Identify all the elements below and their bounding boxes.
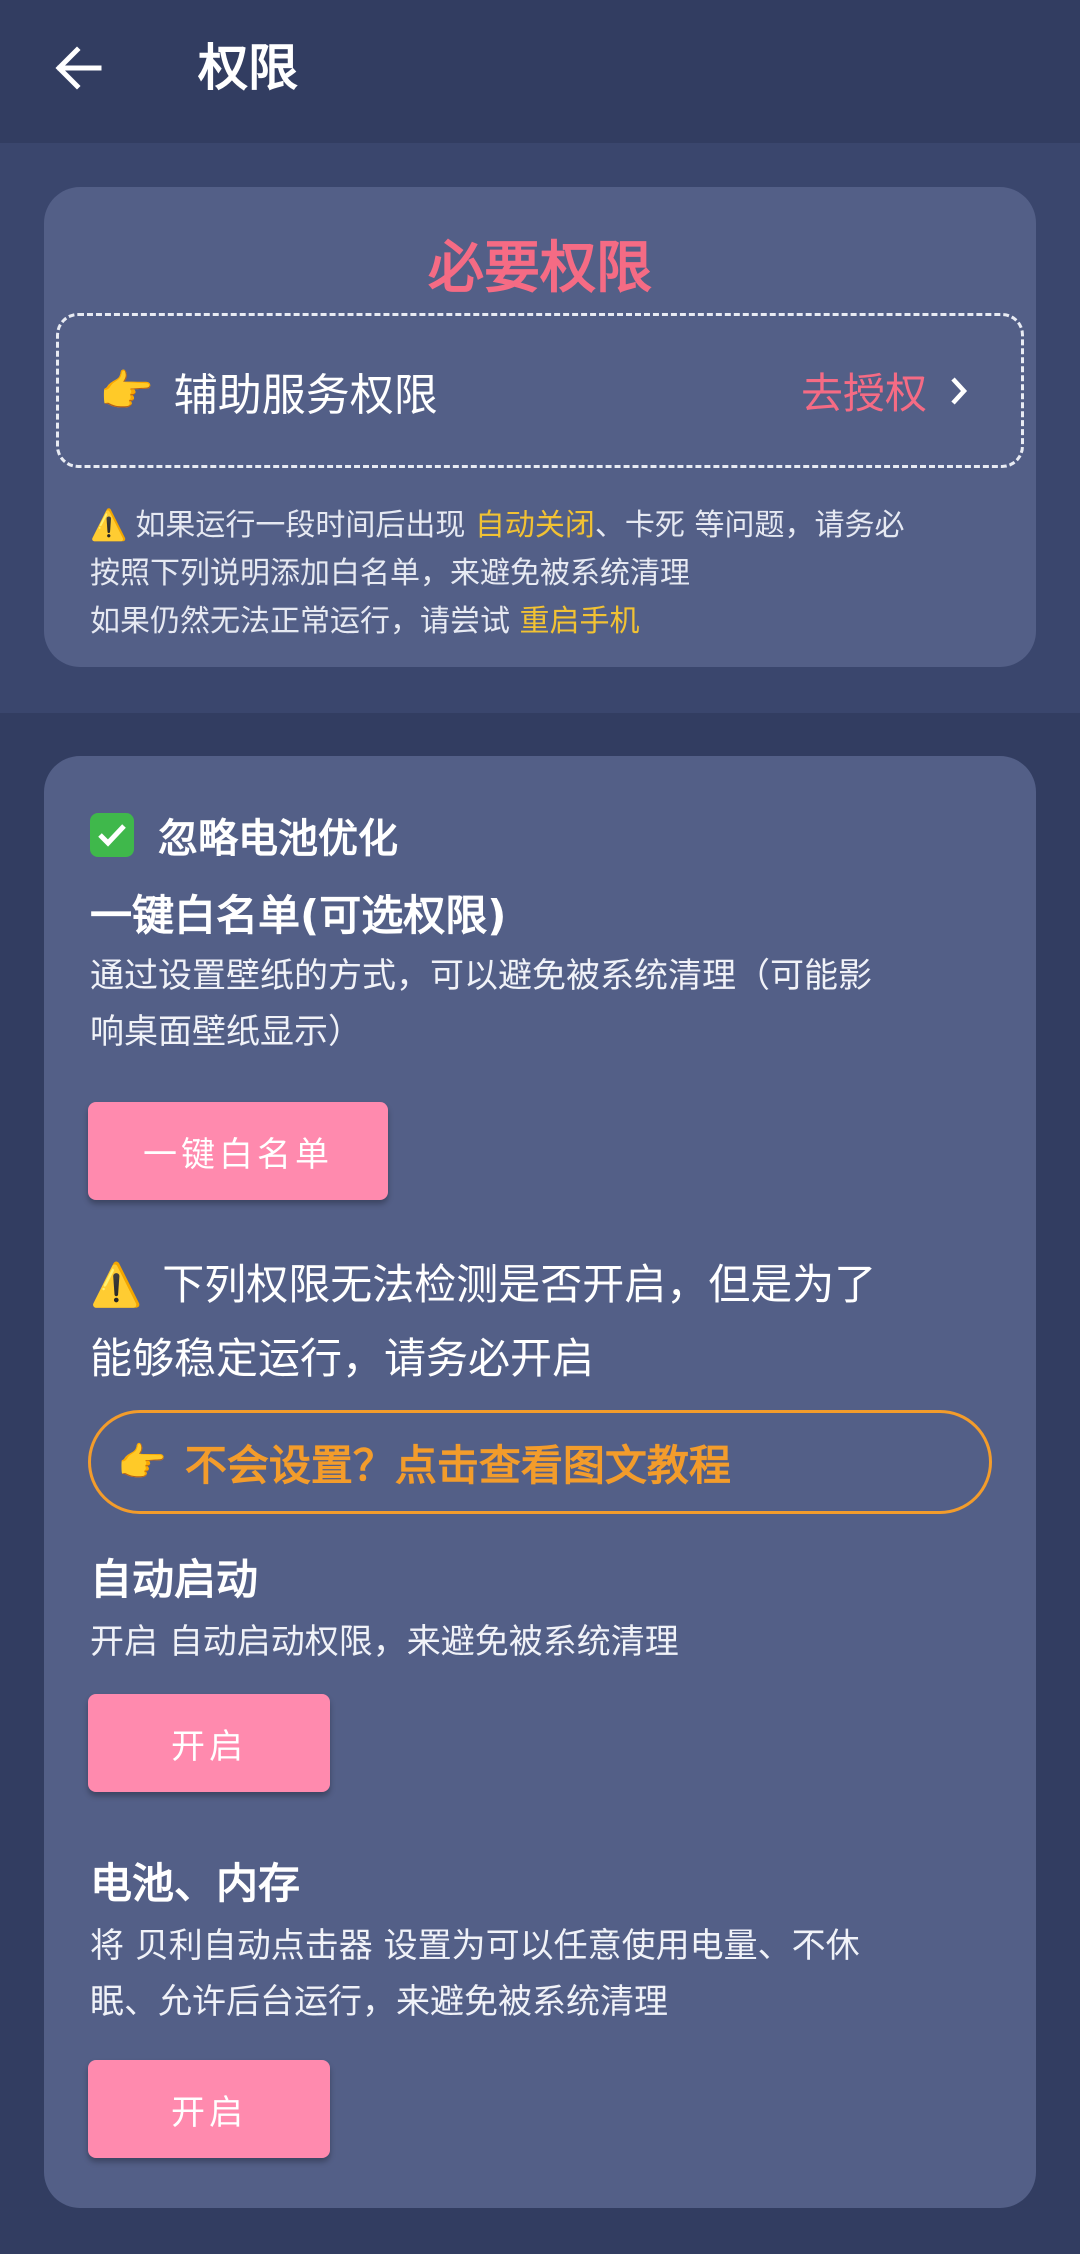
authorize-label: 去授权 <box>800 369 927 418</box>
checkmark-icon <box>90 813 134 857</box>
arrow-left-icon <box>55 46 102 90</box>
battery-optimization-status: 忽略电池优化 <box>90 806 398 864</box>
undetectable-permissions-warning: ⚠️ 下列权限无法检测是否开启，但是为了 能够稳定运行，请务必开启 <box>90 1248 990 1396</box>
page-title: 权限 <box>198 39 298 97</box>
whitelist-title: 一键白名单(可选权限) <box>90 891 507 940</box>
tutorial-button[interactable]: 👉 不会设置？点击查看图文教程 <box>88 1410 992 1514</box>
whitelist-description: 通过设置壁纸的方式，可以避免被系统清理（可能影 响桌面壁纸显示） <box>90 956 872 1052</box>
pointing-hand-icon: 👉 <box>117 1439 167 1486</box>
auto-start-enable-button[interactable]: 开启 <box>88 1694 330 1792</box>
highlight-restart-phone: 重启手机 <box>519 604 640 639</box>
required-card-title: 必要权限 <box>428 236 652 301</box>
whitelist-note: ⚠️ 如果运行一段时间后出现 自动关闭、卡死 等问题，请务必 按照下列说明添加白名… <box>90 508 905 639</box>
chevron-right-icon <box>949 375 969 407</box>
pointing-hand-icon: 👉 <box>99 365 154 417</box>
accessibility-label: 辅助服务权限 <box>173 369 438 421</box>
back-button[interactable] <box>40 30 116 106</box>
authorize-link[interactable]: 去授权 <box>801 316 969 465</box>
warning-icon: ⚠️ <box>90 1260 143 1309</box>
warning-icon: ⚠️ <box>90 508 128 543</box>
tutorial-label: 不会设置？点击查看图文教程 <box>184 1440 731 1490</box>
battery-memory-title: 电池、内存 <box>90 1859 301 1908</box>
highlight-auto-close: 自动关闭 <box>474 508 595 543</box>
battery-memory-enable-button[interactable]: 开启 <box>88 2060 330 2158</box>
battery-memory-description: 将 贝利自动点击器 设置为可以任意使用电量、不休 眠、允许后台运行，来避免被系统… <box>90 1926 860 2022</box>
one-click-whitelist-button[interactable]: 一键白名单 <box>88 1102 388 1200</box>
accessibility-permission-row[interactable]: 👉 辅助服务权限 去授权 <box>56 313 1024 468</box>
app-bar: 权限 <box>0 0 1080 143</box>
auto-start-title: 自动启动 <box>90 1555 259 1604</box>
auto-start-description: 开启 自动启动权限，来避免被系统清理 <box>90 1622 679 1662</box>
